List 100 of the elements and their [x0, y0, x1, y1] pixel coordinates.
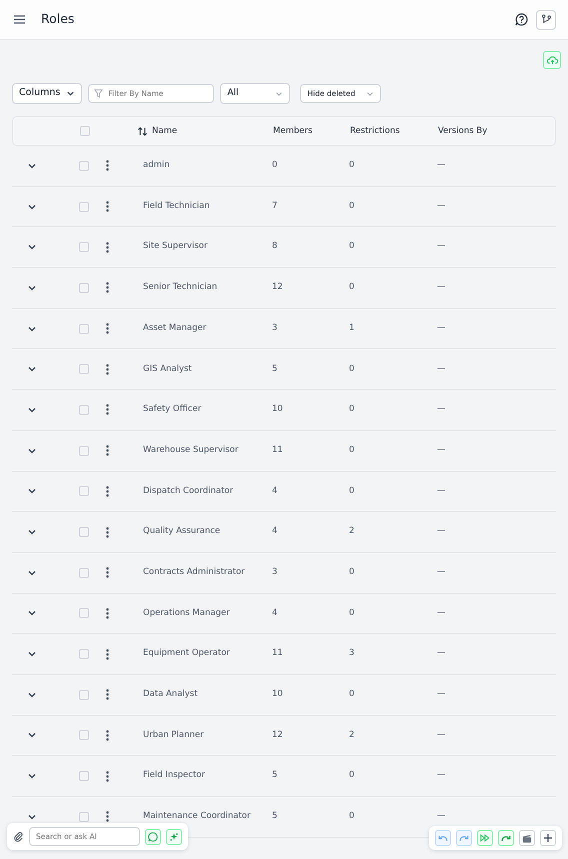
- cloud-upload-icon: [546, 55, 558, 65]
- chevron-down-icon: [66, 89, 76, 98]
- attachment-icon[interactable]: [13, 831, 24, 842]
- versions-by: —: [437, 648, 446, 658]
- versions-by: —: [437, 566, 446, 577]
- row-checkbox[interactable]: [79, 649, 89, 660]
- members-count: 10: [272, 404, 283, 414]
- restrictions-count: 2: [349, 730, 354, 740]
- branch-button[interactable]: [536, 10, 556, 30]
- role-name: Equipment Operator: [143, 648, 230, 658]
- versions-by: —: [437, 160, 446, 170]
- more-options-icon[interactable]: [106, 486, 108, 497]
- more-options-icon[interactable]: [106, 323, 108, 334]
- more-options-icon[interactable]: [106, 364, 108, 375]
- forward-button[interactable]: [498, 830, 514, 846]
- row-checkbox[interactable]: [79, 730, 89, 740]
- restrictions-count: 0: [349, 811, 354, 822]
- row-checkbox[interactable]: [79, 486, 89, 496]
- role-name: GIS Analyst: [143, 364, 192, 374]
- versions-by: —: [437, 444, 446, 455]
- role-name: Urban Planner: [143, 730, 204, 740]
- versions-by: —: [437, 811, 446, 822]
- branch-icon: [540, 14, 552, 25]
- restrictions-count: 0: [349, 282, 354, 292]
- plus-icon: [544, 834, 552, 842]
- members-count: 4: [272, 608, 278, 618]
- members-count: 0: [272, 160, 278, 170]
- more-options-icon[interactable]: [106, 445, 108, 456]
- columns-button[interactable]: Columns: [12, 83, 82, 104]
- sparkle-button[interactable]: [166, 828, 182, 844]
- members-count: 11: [272, 648, 283, 658]
- members-count: 3: [272, 566, 278, 577]
- row-checkbox[interactable]: [79, 242, 89, 252]
- members-count: 8: [272, 241, 278, 252]
- more-options-icon[interactable]: [106, 689, 108, 700]
- sort-icon[interactable]: [137, 126, 148, 136]
- role-name: admin: [143, 160, 170, 170]
- more-options-icon[interactable]: [106, 404, 108, 416]
- members-count: 12: [272, 730, 283, 740]
- row-checkbox[interactable]: [79, 364, 89, 374]
- members-count: 5: [272, 364, 278, 374]
- members-count: 3: [272, 322, 278, 333]
- role-name: Operations Manager: [143, 608, 230, 618]
- restrictions-count: 0: [349, 770, 354, 780]
- more-options-icon[interactable]: [106, 160, 108, 172]
- restrictions-count: 0: [349, 689, 354, 700]
- members-count: 5: [272, 770, 278, 780]
- more-options-icon[interactable]: [106, 282, 108, 294]
- more-options-icon[interactable]: [106, 567, 108, 578]
- redo-icon: [459, 834, 469, 842]
- select-all-checkbox[interactable]: [80, 126, 90, 136]
- more-options-icon[interactable]: [106, 811, 108, 822]
- restrictions-count: 0: [349, 200, 354, 211]
- restrictions-count: 0: [349, 444, 354, 455]
- row-checkbox[interactable]: [79, 568, 89, 578]
- row-checkbox[interactable]: [79, 690, 89, 700]
- more-options-icon[interactable]: [106, 201, 108, 212]
- restrictions-count: 0: [349, 364, 354, 374]
- row-checkbox[interactable]: [79, 446, 89, 456]
- row-checkbox[interactable]: [79, 202, 89, 212]
- restrictions-count: 2: [349, 526, 354, 536]
- more-options-icon[interactable]: [106, 526, 108, 538]
- more-options-icon[interactable]: [106, 770, 108, 782]
- row-checkbox[interactable]: [79, 160, 89, 171]
- restrictions-count: 0: [349, 608, 354, 618]
- versions-by: —: [437, 241, 446, 252]
- role-name: Field Technician: [143, 200, 210, 211]
- more-options-icon[interactable]: [106, 608, 108, 619]
- row-checkbox[interactable]: [79, 608, 89, 618]
- restrictions-count: 0: [349, 486, 354, 496]
- members-count: 10: [272, 689, 283, 700]
- row-checkbox[interactable]: [79, 282, 89, 293]
- page-title: Roles: [41, 10, 74, 28]
- add-button[interactable]: [540, 830, 556, 846]
- row-checkbox[interactable]: [79, 404, 89, 415]
- members-count: 4: [272, 526, 278, 536]
- restrictions-count: 0: [349, 404, 354, 414]
- more-options-icon[interactable]: [106, 648, 108, 660]
- row-checkbox[interactable]: [79, 324, 89, 334]
- chat-bubble-icon: [148, 832, 158, 842]
- scope-dropdown[interactable]: All: [220, 83, 290, 104]
- row-checkbox[interactable]: [79, 771, 89, 782]
- role-name: Quality Assurance: [143, 526, 220, 536]
- dropdown-value: All: [227, 86, 239, 100]
- chat-button[interactable]: [145, 828, 161, 844]
- more-options-icon[interactable]: [106, 730, 108, 741]
- versions-by: —: [437, 526, 446, 536]
- menu-icon[interactable]: [14, 15, 25, 24]
- role-name: Data Analyst: [143, 689, 198, 700]
- members-count: 7: [272, 200, 278, 211]
- members-count: 12: [272, 282, 283, 292]
- row-checkbox[interactable]: [79, 527, 89, 538]
- clapperboard-button[interactable]: [519, 830, 535, 846]
- chevron-down-icon: [366, 90, 374, 98]
- versions-by: —: [437, 322, 446, 333]
- help-icon[interactable]: [515, 13, 528, 26]
- row-checkbox[interactable]: [79, 812, 89, 822]
- role-name: Warehouse Supervisor: [143, 444, 238, 455]
- more-options-icon[interactable]: [106, 242, 108, 253]
- chevron-down-icon: [275, 90, 284, 98]
